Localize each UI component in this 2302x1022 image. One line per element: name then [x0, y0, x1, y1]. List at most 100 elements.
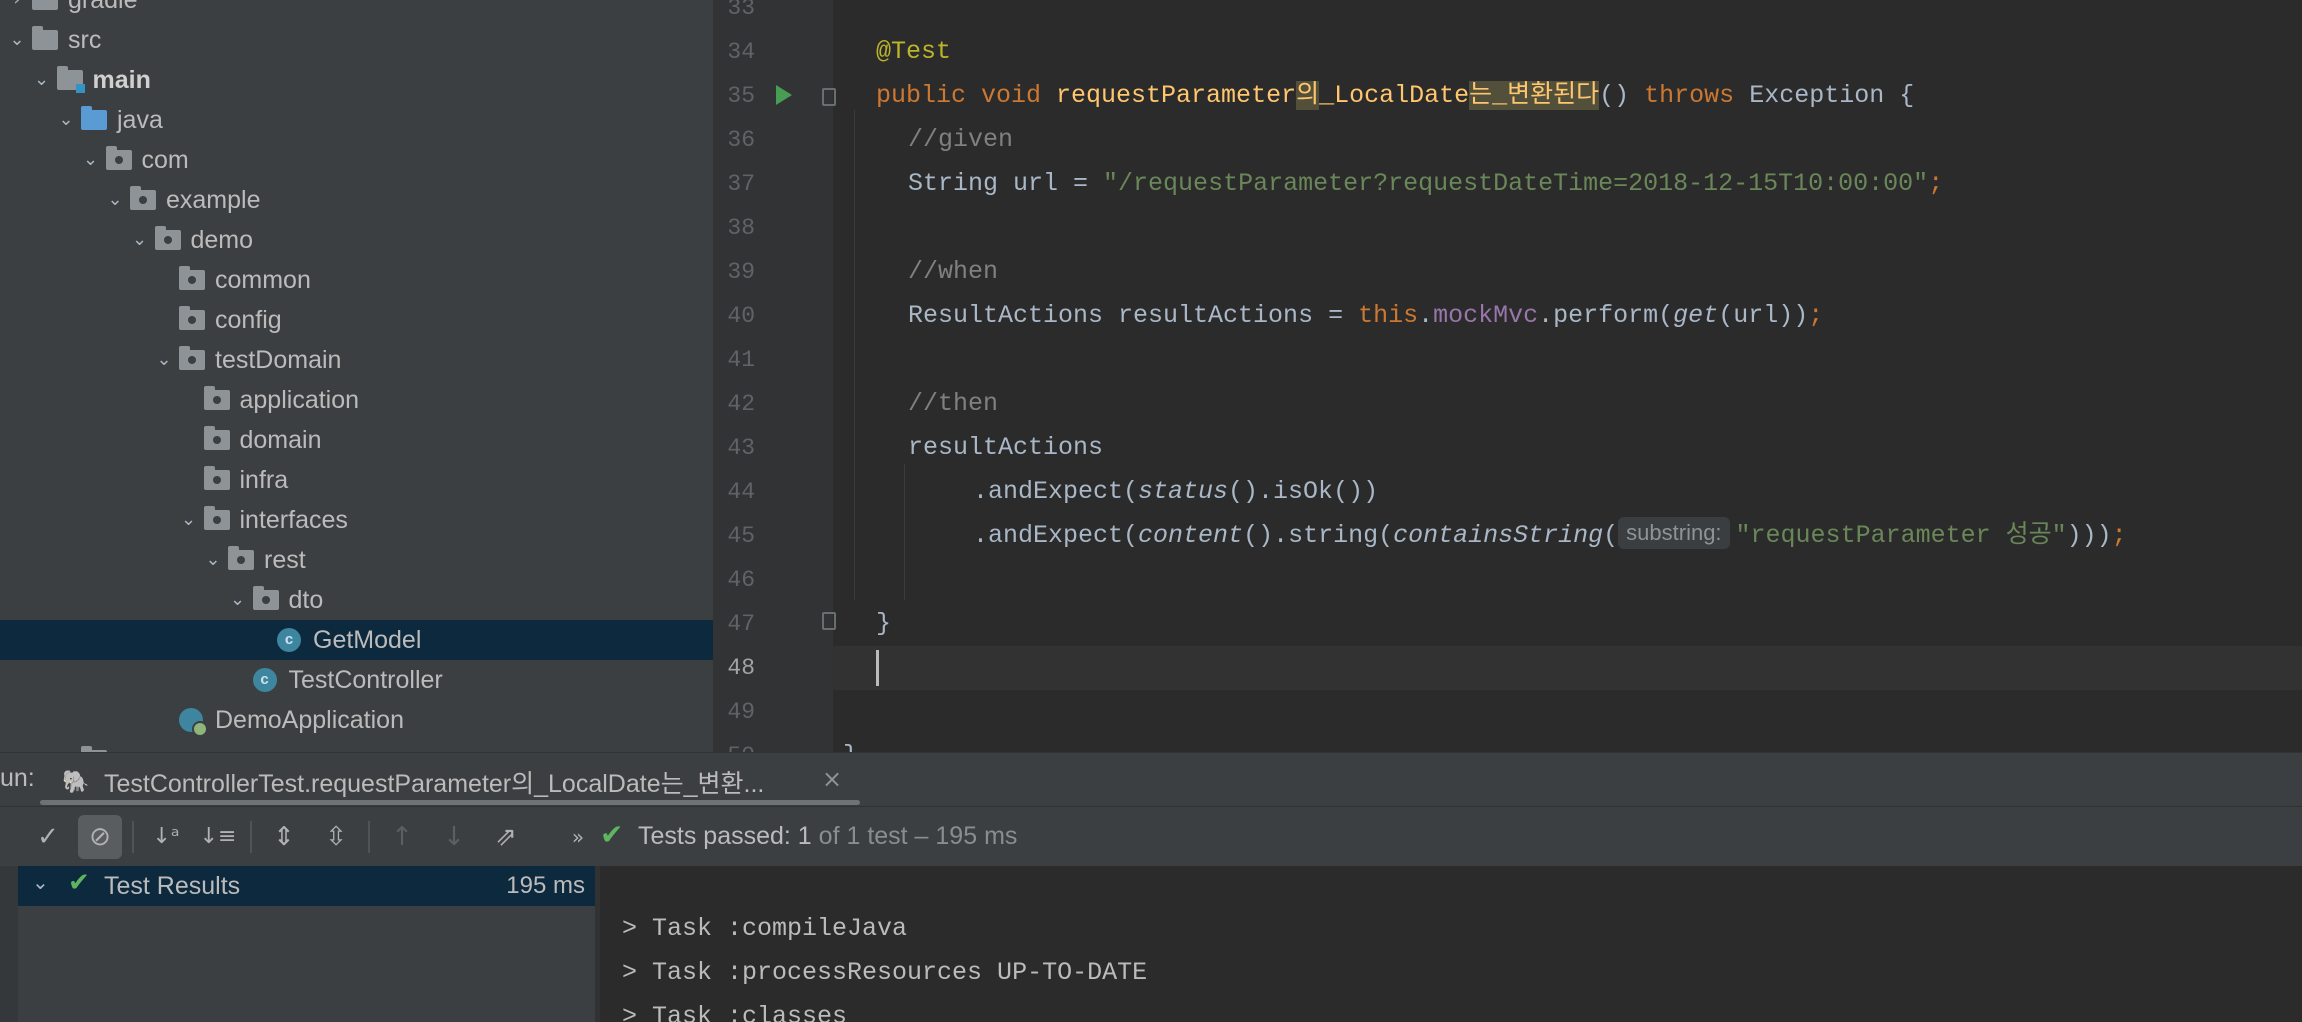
- line-number: 46: [727, 567, 755, 593]
- tree-item-label: demo: [190, 226, 254, 254]
- tree-item-java[interactable]: ⌄ java: [0, 100, 713, 140]
- tree-item-label: rest: [264, 546, 306, 574]
- next-failed-icon[interactable]: ↓: [432, 815, 476, 859]
- sort-by-duration-icon[interactable]: ↓≡: [196, 815, 240, 859]
- code-line-42[interactable]: //then: [908, 382, 998, 426]
- tree-item-demoapplication[interactable]: DemoApplication: [0, 700, 713, 740]
- code-line-44[interactable]: .andExpect(status().isOk()): [973, 470, 1378, 514]
- package-icon: [105, 146, 134, 171]
- chevron-right-icon[interactable]: ›: [6, 0, 28, 20]
- package-icon: [203, 506, 232, 531]
- string-literal: "requestParameter 성공": [1735, 521, 2067, 550]
- keyword: this: [1358, 301, 1419, 330]
- chevron-down-icon[interactable]: ⌄: [31, 60, 53, 100]
- test-results-row[interactable]: ⌄ ✔ Test Results 195 ms: [18, 866, 595, 906]
- test-results-tree[interactable]: ⌄ ✔ Test Results 195 ms: [0, 866, 595, 1022]
- line-number: 42: [727, 391, 755, 417]
- import-tests-icon[interactable]: ⇗: [484, 815, 528, 859]
- line-number: 39: [727, 259, 755, 285]
- chevron-down-icon[interactable]: ⌄: [178, 500, 200, 540]
- line-number: 44: [727, 479, 755, 505]
- code-line-34[interactable]: @Test: [876, 30, 951, 74]
- chevron-down-icon[interactable]: ⌄: [227, 580, 249, 620]
- package-icon: [179, 266, 207, 291]
- project-tree[interactable]: › gradle ⌄ src ⌄ main ⌄ java ⌄ com ⌄ example ⌄ demo co…: [0, 0, 713, 752]
- tree-item-label: domain: [239, 426, 322, 454]
- tree-item-main[interactable]: ⌄ main: [0, 60, 713, 100]
- tree-item-dto[interactable]: ⌄ dto: [0, 580, 713, 620]
- tree-item-interfaces[interactable]: ⌄ interfaces: [0, 500, 713, 540]
- tree-item-testcontroller[interactable]: c TestController: [0, 660, 713, 700]
- chevron-down-icon[interactable]: ⌄: [129, 220, 151, 260]
- collapse-all-icon[interactable]: ⇳: [314, 815, 358, 859]
- previous-failed-icon[interactable]: ↑: [380, 815, 424, 859]
- tree-item-src[interactable]: ⌄ src: [0, 20, 713, 60]
- run-label: un:: [0, 764, 35, 792]
- chevron-down-icon[interactable]: ⌄: [153, 340, 175, 380]
- sort-alphabetically-icon[interactable]: ↓ᵃ: [144, 815, 188, 859]
- console-output[interactable]: > Task :compileJava > Task :processResou…: [600, 866, 2302, 1022]
- show-ignored-icon[interactable]: ⊘: [78, 815, 122, 859]
- fold-marker-icon[interactable]: [822, 612, 836, 630]
- chevron-down-icon[interactable]: ⌄: [202, 540, 224, 580]
- package-icon: [228, 546, 256, 571]
- chevron-down-icon[interactable]: ⌄: [55, 100, 77, 140]
- gradle-elephant-icon: 🐘: [62, 769, 90, 794]
- toolbar-separator: [250, 821, 252, 853]
- tree-item-demo[interactable]: ⌄ demo: [0, 220, 713, 260]
- field-ref: mockMvc: [1433, 301, 1539, 330]
- tree-item-com[interactable]: ⌄ com: [0, 140, 713, 180]
- code-line-36[interactable]: //given: [908, 118, 1013, 162]
- tree-item-domain[interactable]: domain: [0, 420, 713, 460]
- line-number: 45: [727, 523, 755, 549]
- line-number: 36: [727, 127, 755, 153]
- code-line-50[interactable]: }: [843, 734, 858, 752]
- code-line-37[interactable]: String url = "/requestParameter?requestD…: [908, 162, 1943, 206]
- chevron-down-icon[interactable]: ⌄: [6, 20, 28, 60]
- tree-item-getmodel[interactable]: c GetModel: [0, 620, 713, 660]
- code-line-39[interactable]: //when: [908, 250, 998, 294]
- tree-item-example[interactable]: ⌄ example: [0, 180, 713, 220]
- code-text: Exception {: [1734, 81, 1915, 110]
- tree-item-label: main: [92, 66, 151, 94]
- code-line-35[interactable]: public void requestParameter의_LocalDate는…: [876, 74, 1914, 118]
- tests-passed-icon: ✔: [600, 818, 624, 851]
- chevron-down-icon[interactable]: ⌄: [80, 140, 102, 180]
- chevron-right-icon[interactable]: ›: [55, 740, 77, 752]
- package-icon: [154, 226, 183, 251]
- run-tab-title: TestControllerTest.requestParameter의_Loc…: [104, 770, 765, 798]
- code-editor[interactable]: 33 34 35 36 37 38 39 40 41 42 43 44 45 46 47 48 49 50 @Te…: [713, 0, 2302, 752]
- run-test-icon[interactable]: [776, 85, 792, 105]
- tree-item-application[interactable]: application: [0, 380, 713, 420]
- line-number: 33: [727, 0, 755, 21]
- more-actions-icon[interactable]: »: [556, 815, 600, 859]
- close-icon[interactable]: ×: [822, 765, 842, 793]
- code-line-40[interactable]: ResultActions resultActions = this.mockM…: [908, 294, 1823, 338]
- tree-item-label: DemoApplication: [215, 706, 404, 734]
- semicolon: ;: [1808, 301, 1824, 330]
- tree-item-resources[interactable]: › resources: [0, 740, 713, 752]
- tree-item-gradle[interactable]: › gradle: [0, 0, 713, 20]
- line-number: 40: [727, 303, 755, 329]
- code-text: .: [1418, 301, 1434, 330]
- tree-item-label: config: [215, 306, 282, 334]
- class-icon: c: [277, 628, 305, 652]
- tree-item-infra[interactable]: infra: [0, 460, 713, 500]
- indent-guide: [854, 110, 855, 600]
- blue-folder-icon: [81, 106, 109, 131]
- chevron-down-icon[interactable]: ⌄: [32, 870, 49, 894]
- code-text: ().string(: [1243, 521, 1394, 550]
- expand-all-icon[interactable]: ⇕: [262, 815, 306, 859]
- tree-item-rest[interactable]: ⌄ rest: [0, 540, 713, 580]
- code-line-45[interactable]: .andExpect(content().string(containsStri…: [973, 514, 2127, 558]
- fold-marker-icon[interactable]: [822, 88, 836, 106]
- run-tab[interactable]: 🐘 TestControllerTest.requestParameter의_L…: [40, 753, 860, 807]
- code-line-43[interactable]: resultActions: [908, 426, 1103, 470]
- current-line-highlight: [833, 646, 2302, 690]
- show-passed-icon[interactable]: ✓: [26, 815, 70, 859]
- code-line-47[interactable]: }: [876, 602, 891, 646]
- tree-item-common[interactable]: common: [0, 260, 713, 300]
- tree-item-config[interactable]: config: [0, 300, 713, 340]
- chevron-down-icon[interactable]: ⌄: [104, 180, 126, 220]
- tree-item-testdomain[interactable]: ⌄ testDomain: [0, 340, 713, 380]
